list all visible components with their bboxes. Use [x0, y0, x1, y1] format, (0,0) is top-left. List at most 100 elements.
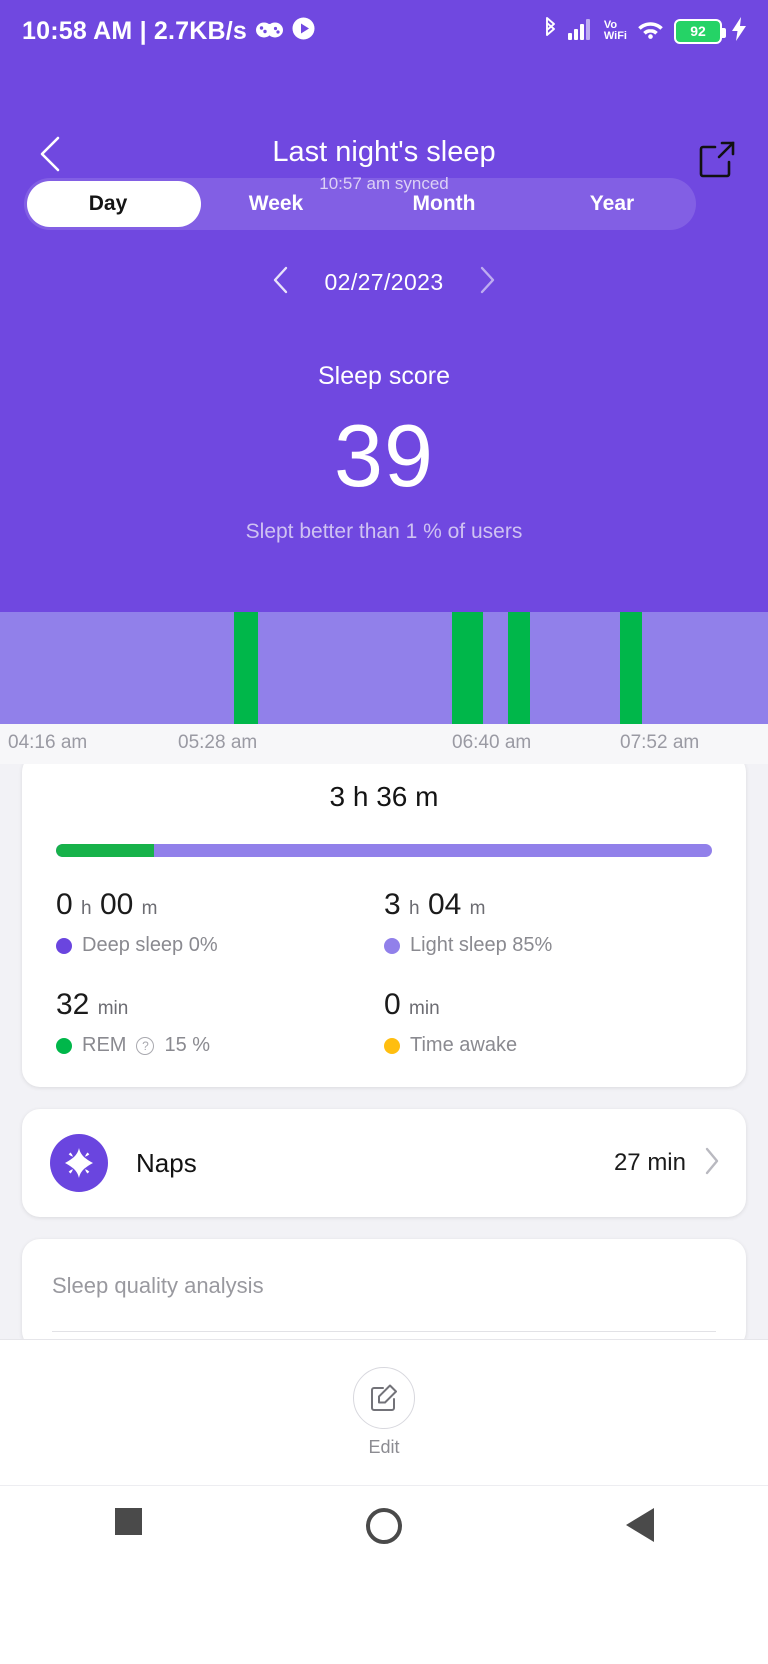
hypnogram-segment-rem: [620, 612, 642, 724]
light-sleep-value: 3 h 04 m: [384, 887, 712, 927]
sleep-hypnogram-chart[interactable]: [0, 612, 768, 724]
current-date[interactable]: 02/27/2023: [324, 269, 443, 296]
battery-level: 92: [690, 23, 706, 39]
sleep-summary-card: 3 h 36 m 0 h 00 m Deep sleep 0% 3 h 04 m…: [22, 764, 746, 1087]
rem-value: 32 min: [56, 987, 384, 1027]
axis-tick-label: 07:52 am: [620, 732, 700, 753]
axis-tick-label: 06:40 am: [452, 732, 532, 753]
light-sleep-label: Light sleep 85%: [410, 934, 553, 956]
play-circle-icon: [292, 17, 315, 45]
time-awake-dot-icon: [384, 1037, 400, 1054]
sleep-quality-analysis-card[interactable]: Sleep quality analysis: [22, 1239, 746, 1339]
progress-green-fill: [56, 844, 155, 857]
rem-percent: 15 %: [164, 1034, 211, 1056]
rem-minutes: 32: [56, 988, 90, 1021]
hypnogram-segment-rem: [452, 612, 483, 724]
status-clock: 10:58 AM | 2.7KB/s: [22, 16, 248, 45]
edit-pencil-square-icon[interactable]: [353, 1367, 415, 1429]
vowifi-line2: WiFi: [603, 30, 627, 42]
sleep-score-value: 39: [334, 406, 434, 505]
hypnogram-segment-light: [258, 612, 452, 724]
circle-home-icon[interactable]: [324, 1508, 444, 1544]
rem-help-icon[interactable]: ?: [136, 1036, 155, 1055]
rem-dot-icon: [56, 1037, 72, 1054]
bluetooth-icon: [543, 16, 558, 46]
header-panel: 10:58 AM | 2.7KB/s Vo WiFi 92 Last night…: [0, 0, 768, 612]
light-sleep-minutes: 04: [427, 888, 462, 921]
prev-day-chevron-icon[interactable]: [272, 266, 290, 299]
light-sleep-label-row: Light sleep 85%: [384, 934, 712, 957]
deep-sleep-label: Deep sleep 0%: [82, 934, 218, 956]
sleep-score-comparison: Slept better than 1 % of users: [245, 520, 523, 543]
light-sleep-minutes-unit: m: [469, 898, 486, 919]
stat-time-awake: 0 min Time awake: [384, 987, 712, 1057]
sleep-stage-progress-bar: [56, 844, 712, 857]
rem-minutes-unit: min: [97, 998, 129, 1019]
time-awake-minutes: 0: [384, 988, 401, 1021]
total-sleep-time: 3 h 36 m: [329, 781, 439, 812]
rem-label: REM: [82, 1034, 127, 1056]
deep-sleep-dot-icon: [56, 937, 72, 954]
period-tabbar: Day Week Month Year: [24, 178, 696, 230]
content-sheet: 3 h 36 m 0 h 00 m Deep sleep 0% 3 h 04 m…: [0, 764, 768, 1339]
status-bar-right: Vo WiFi 92: [543, 16, 746, 46]
vowifi-icon: Vo WiFi: [604, 20, 627, 42]
rem-label-row: REM ? 15 %: [56, 1034, 384, 1057]
edit-action-bar[interactable]: Edit: [0, 1339, 768, 1485]
hypnogram-segment-light: [483, 612, 508, 724]
quality-divider: [52, 1331, 716, 1332]
time-awake-minutes-unit: min: [409, 998, 440, 1019]
edit-label: Edit: [368, 1437, 400, 1457]
date-navigator: 02/27/2023: [0, 258, 768, 306]
deep-sleep-minutes-unit: m: [141, 898, 158, 919]
light-sleep-hours-unit: h: [409, 898, 420, 919]
naps-card[interactable]: Naps 27 min: [22, 1109, 746, 1217]
deep-sleep-hours: 0: [56, 888, 73, 921]
deep-sleep-minutes: 00: [99, 888, 134, 921]
hypnogram-segment-light: [530, 612, 620, 724]
time-awake-value: 0 min: [384, 987, 712, 1027]
axis-tick-label: 04:16 am: [8, 732, 88, 753]
stat-rem: 32 min REM ? 15 %: [56, 987, 384, 1057]
stat-light-sleep: 3 h 04 m Light sleep 85%: [384, 887, 712, 957]
status-bar: 10:58 AM | 2.7KB/s Vo WiFi 92: [0, 0, 768, 62]
square-recents-icon[interactable]: [68, 1508, 188, 1535]
share-external-icon[interactable]: [698, 140, 736, 183]
next-day-chevron-icon[interactable]: [478, 266, 496, 299]
deep-sleep-hours-unit: h: [81, 898, 92, 919]
deep-sleep-label-row: Deep sleep 0%: [56, 934, 384, 957]
sparkle-star-icon: [50, 1134, 108, 1192]
time-awake-label: Time awake: [410, 1034, 518, 1056]
light-sleep-hours: 3: [384, 888, 401, 921]
sleep-quality-title: Sleep quality analysis: [52, 1273, 264, 1298]
naps-value: 27 min: [613, 1149, 686, 1176]
sleep-score-label: Sleep score: [317, 362, 451, 390]
battery-indicator: 92: [674, 18, 726, 44]
page-title: Last night's sleep: [272, 136, 496, 168]
charging-bolt-icon: [732, 16, 746, 46]
hypnogram-segment-rem: [508, 612, 530, 724]
light-sleep-dot-icon: [384, 937, 400, 954]
naps-chevron-right-icon[interactable]: [704, 1147, 720, 1180]
stat-deep-sleep: 0 h 00 m Deep sleep 0%: [56, 887, 384, 957]
hypnogram-segment-light: [0, 612, 234, 724]
deep-sleep-value: 0 h 00 m: [56, 887, 384, 927]
naps-label: Naps: [136, 1147, 197, 1178]
cellular-signal-icon: [567, 18, 594, 45]
tab-year[interactable]: Year: [528, 178, 696, 230]
tab-month[interactable]: Month: [360, 178, 528, 230]
sleep-stats-grid: 0 h 00 m Deep sleep 0% 3 h 04 m Light sl…: [56, 887, 712, 1057]
wifi-icon: [637, 18, 664, 44]
time-awake-label-row: Time awake: [384, 1034, 712, 1057]
hypnogram-segment-light: [642, 612, 768, 724]
axis-tick-label: 05:28 am: [178, 732, 258, 753]
title-bar: Last night's sleep 10:57 am synced: [0, 62, 768, 193]
tab-day[interactable]: Day: [24, 178, 192, 230]
hypnogram-time-axis: 04:16 am 05:28 am 06:40 am 07:52 am: [0, 724, 768, 764]
hypnogram-segment-rem: [234, 612, 258, 724]
triangle-back-icon[interactable]: [580, 1508, 700, 1542]
status-bar-left: 10:58 AM | 2.7KB/s: [22, 17, 315, 46]
game-controller-icon: [256, 19, 284, 44]
android-nav-bar: [0, 1485, 768, 1664]
tab-week[interactable]: Week: [192, 178, 360, 230]
